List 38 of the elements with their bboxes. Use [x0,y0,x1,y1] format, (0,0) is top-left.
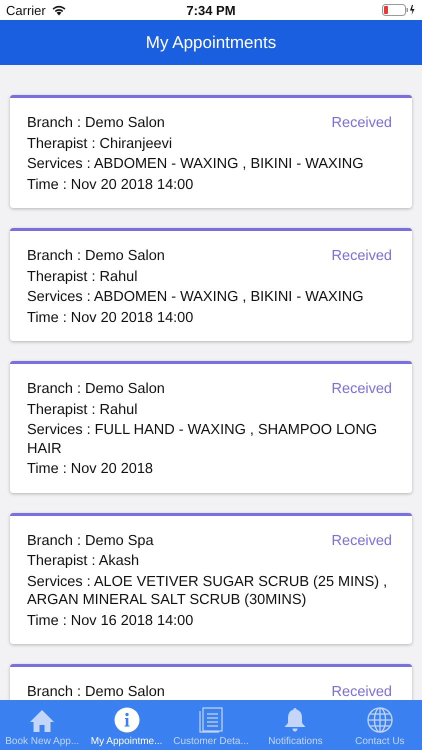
carrier-label: Carrier [6,2,46,18]
therapist-text: Therapist : Rahul [27,400,138,419]
services-text: Services : ABDOMEN - WAXING , BIKINI - WAXING [27,288,364,306]
time-text: Time : Nov 20 2018 [27,460,154,478]
services-text: Services : ALOE VETIVER SUGAR SCRUB (25 MINS) , ARGAN MINERAL SALT SCRUB (30MINS) [27,572,388,610]
appointment-card[interactable]: Branch : Demo Salon Received Therapist : Chiranjeevi Services : ABDOMEN - WAXING , BIKINI - WAXING Time : Nov 20 2018 14:00 [10,95,412,208]
status-label: Received [332,684,392,700]
time-text: Time : Nov 20 2018 14:00 [27,176,194,194]
globe-icon [366,707,393,733]
battery-icon [382,4,416,16]
tab-item[interactable]: My Appointme... [84,700,169,750]
home-icon [29,709,56,733]
branch-text: Branch : Demo Salon [27,114,165,132]
branch-text: Branch : Demo Salon [27,683,165,700]
therapist-text: Therapist : Chiranjeevi [27,134,174,153]
branch-text: Branch : Demo Spa [27,532,154,550]
status-label: Received [332,532,392,548]
services-text: Services : FULL HAND - WAXING , SHAMPOO LONG HAIR [27,421,378,458]
services-text: Services : ABDOMEN - WAXING , BIKINI - WAXING [27,155,364,174]
therapist-text: Therapist : Akash [27,552,140,570]
appointment-card[interactable]: Branch : Demo Salon Received Therapist : Rahul Services : FULL HAND - WAXING , SHAMPOO LONG HAIR Time : Nov 20 2018 [10,361,412,492]
appointment-card[interactable]: Branch : Demo Salon Received [10,664,412,700]
document-icon [199,707,224,733]
clock-time: 7:34 PM [186,2,236,18]
status-label: Received [332,381,392,397]
branch-text: Branch : Demo Salon [27,247,165,266]
info-icon [114,707,140,733]
appointment-card[interactable]: Branch : Demo Salon Received Therapist : Rahul Services : ABDOMEN - WAXING , BIKINI - WAXING Time : Nov 20 2018 14:00 [10,228,412,341]
branch-text: Branch : Demo Salon [27,380,165,398]
screen-title: My Appointments [146,32,276,52]
time-text: Time : Nov 16 2018 14:00 [27,612,194,630]
appointment-card[interactable]: Branch : Demo Spa Received Therapist : Akash Services : ALOE VETIVER SUGAR SCRUB (25 MINS) , ARGAN MINERAL SALT SCRUB (30MINS) Time : Nov 16 2018 14:00 [10,512,412,644]
bell-icon [283,707,308,733]
time-text: Time : Nov 20 2018 14:00 [27,308,194,327]
wifi-icon [50,4,67,16]
status-label: Received [332,115,392,131]
status-label: Received [332,248,392,264]
therapist-text: Therapist : Rahul [27,268,138,286]
